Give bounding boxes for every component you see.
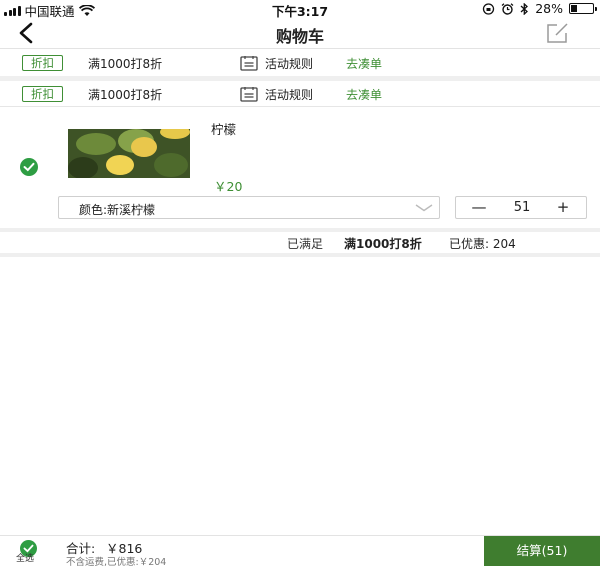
product-price: ￥20 (214, 179, 243, 194)
cart-item: 柠檬 ￥20 颜色:新溪柠檬 — 51 + (0, 108, 600, 228)
select-all-label: 全选 (16, 554, 35, 564)
discount-tag: 折扣 (22, 55, 63, 71)
battery-fill (571, 5, 578, 12)
bluetooth-icon (520, 2, 529, 15)
status-right: 28% (482, 1, 597, 16)
checkmark-icon (23, 162, 35, 172)
increase-button[interactable]: + (550, 198, 576, 218)
divider (0, 228, 600, 232)
decrease-button[interactable]: — (466, 198, 492, 218)
divider (0, 106, 600, 107)
nav-bar: 购物车 (0, 17, 600, 49)
activity-rules-link[interactable]: 活动规则 (265, 86, 313, 103)
product-name: 柠檬 (211, 122, 237, 137)
promo-row: 折扣 满1000打8折 活动规则 去凑单 (0, 50, 600, 76)
promo-description: 满1000打8折 (88, 57, 163, 71)
summary-met-label: 已满足 (287, 237, 324, 251)
promo-description: 满1000打8折 (88, 88, 163, 102)
battery-percent: 28% (535, 1, 563, 16)
spec-select[interactable]: 颜色:新溪柠檬 (58, 196, 440, 219)
add-more-link[interactable]: 去凑单 (346, 55, 382, 72)
quantity-stepper: — 51 + (455, 196, 587, 219)
quantity-value[interactable]: 51 (502, 200, 542, 215)
status-bar: 中国联通 下午3:17 28% (0, 0, 600, 19)
add-more-link[interactable]: 去凑单 (346, 86, 382, 103)
checkout-bar: 全选 合计: ￥816 不含运费,已优惠:￥204 结算(51) (0, 535, 600, 566)
spec-value: 颜色:新溪柠檬 (79, 203, 156, 217)
checkout-button[interactable]: 结算(51) (484, 536, 600, 566)
divider (0, 253, 600, 257)
summary-saved: 已优惠: 204 (449, 237, 516, 251)
promo-summary: 已满足 满1000打8折 已优惠: 204 (0, 233, 600, 251)
page-title: 购物车 (275, 27, 324, 46)
battery-icon (569, 3, 597, 14)
activity-rules-link[interactable]: 活动规则 (265, 55, 313, 72)
edit-icon[interactable] (546, 22, 570, 44)
item-select-checkbox[interactable] (20, 158, 38, 176)
product-image[interactable] (68, 129, 190, 178)
summary-promo: 满1000打8折 (344, 237, 422, 251)
rule-icon (240, 87, 258, 102)
rule-icon (240, 56, 258, 71)
promo-row: 折扣 满1000打8折 活动规则 去凑单 (0, 81, 600, 107)
chevron-down-icon (415, 204, 433, 212)
discount-tag: 折扣 (22, 86, 63, 102)
alarm-icon (501, 2, 514, 15)
total-note: 不含运费,已优惠:￥204 (66, 557, 167, 566)
lock-rotation-icon (483, 2, 495, 15)
